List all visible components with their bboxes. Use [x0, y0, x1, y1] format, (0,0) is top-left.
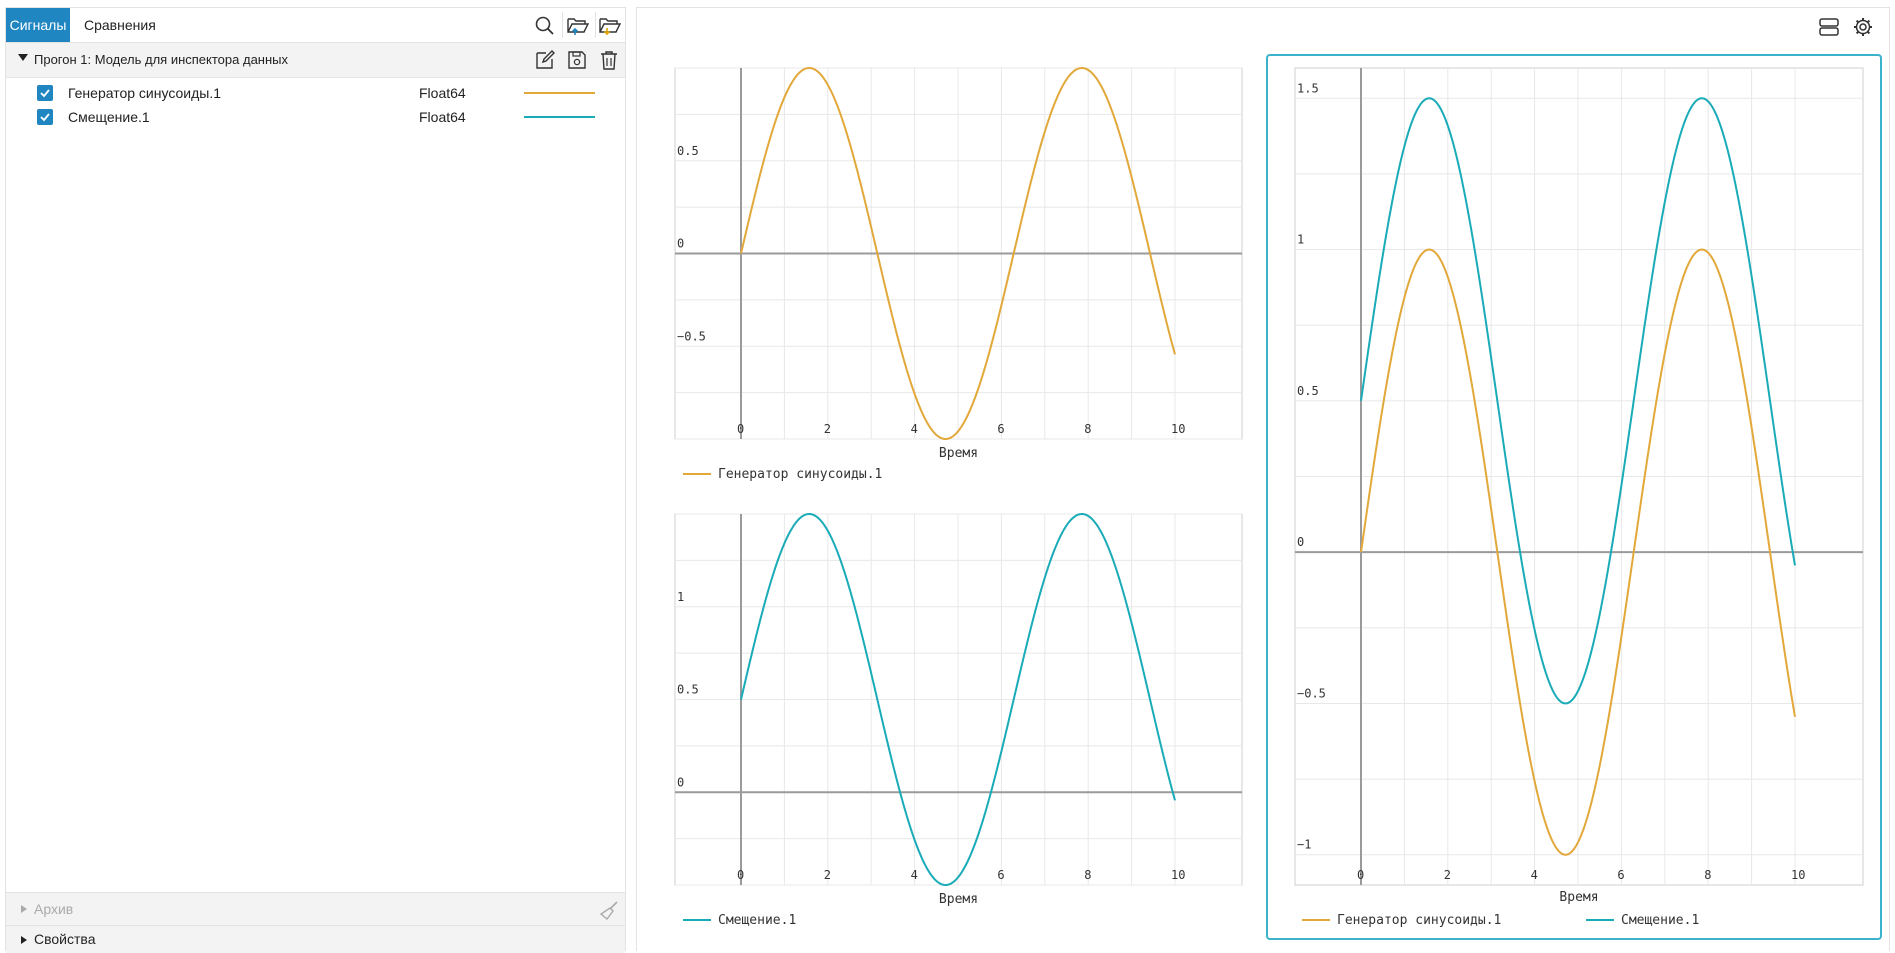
- y-tick-label: −0.5: [1297, 686, 1326, 700]
- x-tick-label: 2: [824, 422, 831, 436]
- x-tick-label: 10: [1171, 868, 1185, 882]
- x-tick-label: 10: [1791, 868, 1805, 882]
- x-tick-label: 8: [1084, 422, 1091, 436]
- x-tick-label: 2: [1444, 868, 1451, 882]
- x-tick-label: 6: [1617, 868, 1624, 882]
- legend-label: Смещение.1: [718, 913, 796, 928]
- y-tick-label: 0: [677, 775, 684, 789]
- legend-label: Генератор синусоиды.1: [1337, 913, 1501, 928]
- x-axis-title: Время: [939, 446, 978, 461]
- x-tick-label: 0: [1357, 868, 1364, 882]
- x-tick-label: 8: [1084, 868, 1091, 882]
- x-tick-label: 6: [997, 422, 1004, 436]
- y-tick-label: 0.5: [677, 144, 699, 158]
- x-tick-label: 4: [911, 422, 918, 436]
- y-tick-label: 0.5: [1297, 384, 1319, 398]
- y-tick-label: 1: [677, 590, 684, 604]
- x-axis-title: Время: [939, 892, 978, 907]
- y-tick-label: 1: [1297, 233, 1304, 247]
- y-tick-label: 1.5: [1297, 81, 1319, 95]
- legend-label: Генератор синусоиды.1: [718, 467, 882, 482]
- x-tick-label: 0: [737, 422, 744, 436]
- legend-label: Смещение.1: [1621, 913, 1699, 928]
- charts-layer: −0.500.50 2 4 6 8 10ВремяГенератор синусоиды.…: [674, 66, 1864, 928]
- y-tick-label: −0.5: [677, 329, 706, 343]
- x-tick-label: 0: [737, 868, 744, 882]
- y-tick-label: −1: [1297, 838, 1311, 852]
- x-axis-title: Время: [1559, 890, 1598, 905]
- x-tick-label: 4: [911, 868, 918, 882]
- x-tick-label: 8: [1704, 868, 1711, 882]
- y-tick-label: 0: [1297, 535, 1304, 549]
- x-tick-label: 10: [1171, 422, 1185, 436]
- y-tick-label: 0.5: [677, 683, 699, 697]
- x-tick-label: 2: [824, 868, 831, 882]
- y-tick-label: 0: [677, 237, 684, 251]
- x-tick-label: 6: [997, 868, 1004, 882]
- x-tick-label: 4: [1531, 868, 1538, 882]
